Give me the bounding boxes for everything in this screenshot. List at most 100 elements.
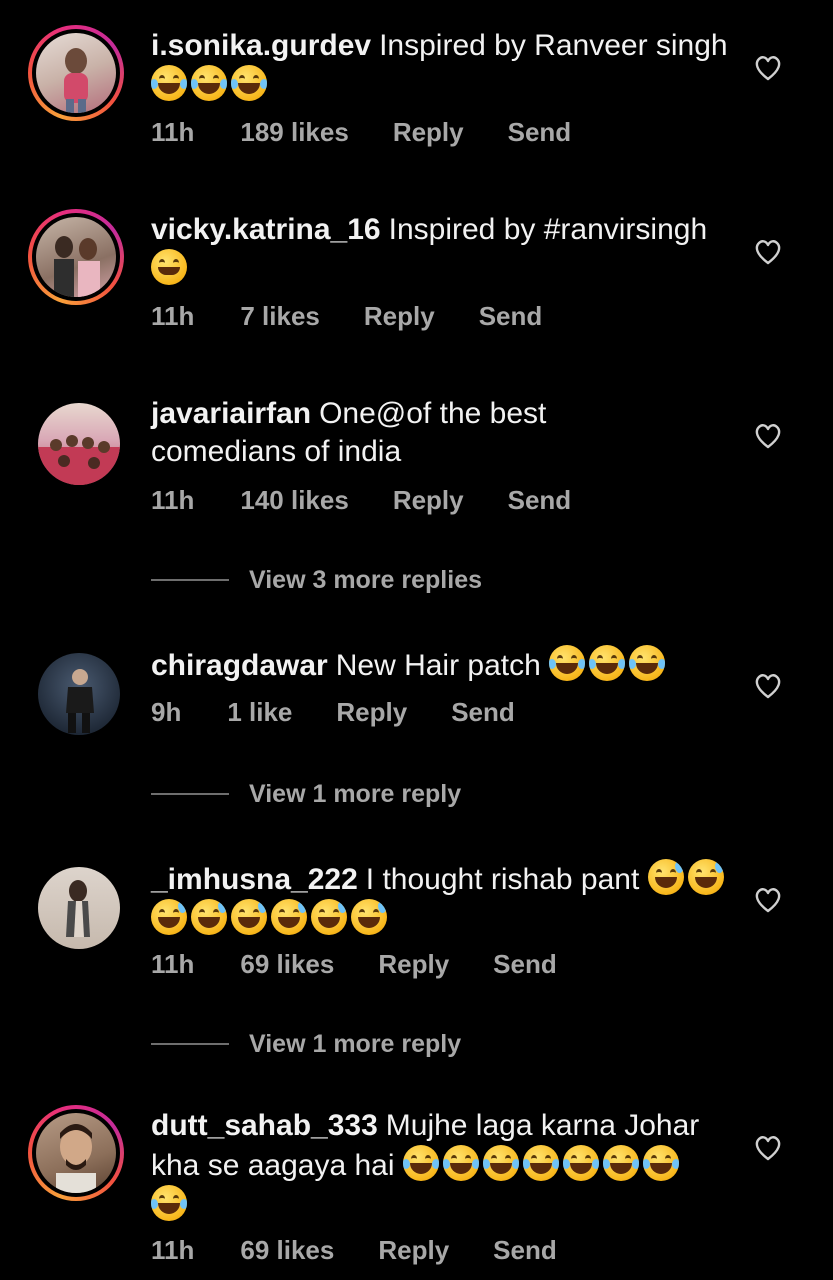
emoji-group	[549, 645, 669, 682]
comment-likes[interactable]: 140 likes	[240, 485, 348, 516]
grinning-sweat-emoji-icon	[231, 899, 267, 935]
grinning-sweat-emoji-icon	[271, 899, 307, 935]
comment-likes[interactable]: 7 likes	[240, 301, 320, 332]
avatar[interactable]	[38, 403, 120, 485]
laughing-crying-emoji-icon	[402, 1145, 439, 1181]
emoji-group	[151, 65, 271, 102]
reply-button[interactable]: Reply	[364, 301, 435, 332]
heart-outline-icon[interactable]	[754, 55, 782, 81]
avatar-story-ring[interactable]	[28, 1105, 124, 1201]
comment-time: 11h	[151, 1235, 195, 1265]
comment-meta: 11h 7 likes Reply Send	[151, 301, 586, 332]
view-replies-label[interactable]: View 3 more replies	[249, 566, 482, 595]
grinning-sweat-emoji-icon	[191, 899, 227, 935]
laughing-crying-emoji-icon	[231, 65, 267, 101]
comment-body: vicky.katrina_16 Inspired by #ranvirsingh	[151, 211, 731, 289]
avatar[interactable]	[38, 867, 120, 949]
view-replies-label[interactable]: View 1 more reply	[249, 780, 461, 809]
divider	[151, 793, 229, 795]
send-button[interactable]: Send	[451, 697, 515, 728]
laughing-crying-emoji-icon	[549, 645, 586, 681]
avatar[interactable]	[36, 1113, 116, 1193]
comment-meta: 11h 69 likes Reply Send	[151, 949, 601, 980]
comment-meta: 11h 189 likes Reply Send	[151, 117, 615, 148]
comment-meta: 11h 69 likes Reply Send	[151, 1235, 601, 1266]
laughing-crying-emoji-icon	[522, 1145, 559, 1181]
comment-username[interactable]: chiragdawar	[151, 649, 328, 682]
avatar-wrap[interactable]	[28, 393, 124, 489]
comment-body: chiragdawar New Hair patch	[151, 645, 731, 685]
comment-likes[interactable]: 69 likes	[240, 949, 334, 980]
comment-time: 11h	[151, 117, 195, 147]
comment-text: New Hair patch	[335, 649, 541, 682]
laughing-crying-emoji-icon	[642, 1145, 679, 1181]
view-replies-label[interactable]: View 1 more reply	[249, 1030, 461, 1059]
comment-body: dutt_sahab_333 Mujhe laga karna Johar kha…	[151, 1107, 721, 1225]
grinning-sweat-emoji-icon	[351, 899, 387, 935]
avatar[interactable]	[38, 653, 120, 735]
comment-text: I thought rishab pant	[365, 863, 640, 896]
grinning-sweat-emoji-icon	[311, 899, 347, 935]
comment-body: javariairfan One@of the best comedians of…	[151, 395, 601, 471]
laughing-crying-emoji-icon	[629, 645, 666, 681]
comment-username[interactable]: _imhusna_222	[151, 863, 358, 896]
reply-button[interactable]: Reply	[336, 697, 407, 728]
comment-username[interactable]: javariairfan	[151, 397, 311, 430]
avatar[interactable]	[36, 33, 116, 113]
send-button[interactable]: Send	[508, 117, 572, 148]
comment-text: Inspired by Ranveer singh	[379, 29, 728, 62]
laughing-crying-emoji-icon	[191, 65, 227, 101]
heart-outline-icon[interactable]	[754, 673, 782, 699]
view-more-replies[interactable]: View 3 more replies	[151, 565, 482, 595]
laughing-crying-emoji-icon	[482, 1145, 519, 1181]
laughing-crying-emoji-icon	[151, 65, 187, 101]
comment-likes[interactable]: 1 like	[227, 697, 292, 728]
reply-button[interactable]: Reply	[378, 1235, 449, 1266]
grinning-sweat-emoji-icon	[647, 859, 684, 895]
comment-likes[interactable]: 69 likes	[240, 1235, 334, 1266]
avatar-story-ring[interactable]	[28, 209, 124, 305]
view-more-replies[interactable]: View 1 more reply	[151, 1029, 461, 1059]
comment-username[interactable]: vicky.katrina_16	[151, 213, 381, 246]
grinning-sweat-emoji-icon	[151, 899, 187, 935]
avatar[interactable]	[36, 217, 116, 297]
heart-outline-icon[interactable]	[754, 239, 782, 265]
laughing-crying-emoji-icon	[602, 1145, 639, 1181]
heart-outline-icon[interactable]	[754, 1135, 782, 1161]
divider	[151, 579, 229, 581]
avatar-wrap[interactable]	[28, 857, 124, 953]
comment-time: 9h	[151, 697, 182, 727]
reply-button[interactable]: Reply	[393, 117, 464, 148]
send-button[interactable]: Send	[493, 1235, 557, 1266]
avatar-story-ring[interactable]	[28, 25, 124, 121]
comment-time: 11h	[151, 949, 195, 979]
laughing-crying-emoji-icon	[442, 1145, 479, 1181]
send-button[interactable]: Send	[493, 949, 557, 980]
comment-meta: 11h 140 likes Reply Send	[151, 485, 615, 516]
comment-meta: 9h 1 like Reply Send	[151, 697, 559, 728]
laughing-crying-emoji-icon	[151, 1185, 187, 1221]
comment-text: Inspired by #ranvirsingh	[388, 213, 708, 246]
reply-button[interactable]: Reply	[378, 949, 449, 980]
comment-username[interactable]: i.sonika.gurdev	[151, 29, 371, 62]
comment-time: 11h	[151, 485, 195, 515]
heart-outline-icon[interactable]	[754, 423, 782, 449]
reply-button[interactable]: Reply	[393, 485, 464, 516]
comment-body: _imhusna_222 I thought rishab pant	[151, 859, 741, 939]
view-more-replies[interactable]: View 1 more reply	[151, 779, 461, 809]
heart-outline-icon[interactable]	[754, 887, 782, 913]
grinning-face-emoji-icon	[151, 249, 187, 285]
emoji-group	[151, 249, 191, 286]
comment-time: 11h	[151, 301, 195, 331]
comment-username[interactable]: dutt_sahab_333	[151, 1109, 378, 1142]
comment-body: i.sonika.gurdev Inspired by Ranveer singh	[151, 27, 731, 105]
send-button[interactable]: Send	[479, 301, 543, 332]
laughing-crying-emoji-icon	[589, 645, 626, 681]
avatar-wrap[interactable]	[28, 643, 124, 739]
divider	[151, 1043, 229, 1045]
comments-screen: i.sonika.gurdev Inspired by Ranveer singh…	[0, 0, 833, 1280]
grinning-sweat-emoji-icon	[687, 859, 724, 895]
comment-likes[interactable]: 189 likes	[240, 117, 348, 148]
send-button[interactable]: Send	[508, 485, 572, 516]
laughing-crying-emoji-icon	[562, 1145, 599, 1181]
